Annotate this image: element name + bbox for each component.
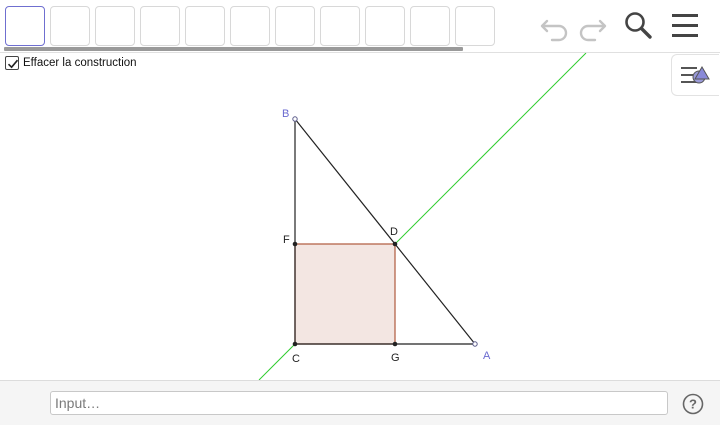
point-label-g: G [391,352,400,364]
undo-icon [540,19,568,42]
toolbar [0,0,720,52]
redo-button[interactable] [575,10,609,42]
tool-button-3[interactable] [95,6,135,46]
point-label-d: D [390,226,398,238]
tool-button-11[interactable] [455,6,495,46]
point-c[interactable] [292,341,298,347]
point-b[interactable] [292,116,298,122]
algebra-input[interactable] [50,391,668,415]
point-label-a: A [483,350,491,362]
graphics-view[interactable]: B F D C G A [0,53,720,380]
help-icon: ? [682,393,704,415]
tool-button-6[interactable] [230,6,270,46]
square-cdgf[interactable] [294,243,396,345]
tool-button-10[interactable] [410,6,450,46]
input-bar: ? [0,380,720,425]
search-button[interactable] [622,10,656,42]
erase-construction-label: Effacer la construction [23,57,137,69]
point-f[interactable] [292,241,298,247]
style-bar-icon [681,66,710,84]
tool-button-9[interactable] [365,6,405,46]
menu-icon [672,14,698,37]
point-label-c: C [292,353,300,365]
redo-icon [579,19,607,42]
point-g[interactable] [392,341,398,347]
point-label-b: B [282,108,289,120]
point-a[interactable] [472,341,478,347]
tool-button-2[interactable] [50,6,90,46]
tool-button-1[interactable] [5,6,45,46]
tool-button-7[interactable] [275,6,315,46]
svg-text:?: ? [689,397,697,412]
tool-button-5[interactable] [185,6,225,46]
search-icon [625,12,652,39]
point-d[interactable] [392,241,398,247]
point-label-f: F [283,234,290,246]
tool-button-8[interactable] [320,6,360,46]
erase-construction-checkbox[interactable] [5,56,19,70]
toolbar-scrollbar[interactable] [4,47,463,51]
erase-construction-toggle[interactable]: Effacer la construction [5,56,137,70]
undo-button[interactable] [538,10,572,42]
menu-button[interactable] [668,10,702,42]
tool-button-4[interactable] [140,6,180,46]
help-button[interactable]: ? [682,393,704,415]
checkmark-icon [7,59,19,69]
style-bar-toggle[interactable] [671,54,719,96]
